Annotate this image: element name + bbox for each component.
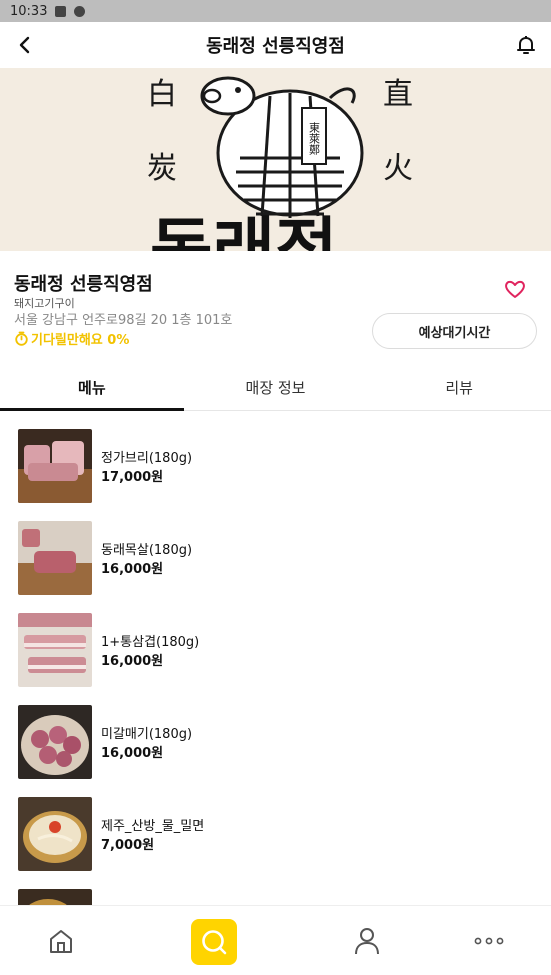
bell-icon <box>517 36 535 54</box>
nav-profile[interactable] <box>327 906 407 975</box>
user-icon <box>355 928 379 955</box>
heart-icon <box>505 280 525 298</box>
nav-search[interactable] <box>191 919 237 965</box>
store-hero-image: 白 炭 直 火 東萊鄭 동래정 <box>0 68 551 251</box>
page-title: 동래정 선릉직영점 <box>206 36 345 57</box>
menu-item-name: 제주_산방_물_밀면 <box>101 819 205 834</box>
menu-item-price: 17,000원 <box>101 470 164 485</box>
menu-item-price: 16,000원 <box>101 746 164 761</box>
status-bar: 10:33 <box>0 0 551 22</box>
menu-item-image <box>18 705 92 779</box>
menu-item[interactable]: 제주_산방_물_밀면 7,000원 <box>0 779 551 871</box>
hero-char-3: 直 <box>383 77 413 112</box>
menu-item-image <box>18 613 92 687</box>
notification-icon <box>55 5 67 17</box>
app-bar: 동래정 선릉직영점 <box>0 22 551 68</box>
menu-item-name: 정가브리(180g) <box>101 451 193 466</box>
status-time: 10:33 <box>10 3 48 19</box>
menu-item-name: 1+통삼겹(180g) <box>101 635 200 650</box>
menu-item[interactable]: 미갈매기(180g) 16,000원 <box>0 687 551 779</box>
nav-more[interactable] <box>449 906 529 975</box>
tab-bar: 메뉴 매장 정보 리뷰 <box>0 369 551 411</box>
menu-item-name: 동래목살(180g) <box>101 543 193 558</box>
menu-item-name: 미갈매기(180g) <box>101 727 193 742</box>
menu-item[interactable]: 동래목살(180g) 16,000원 <box>0 503 551 595</box>
notification-button[interactable] <box>511 30 541 60</box>
menu-item-image <box>18 889 92 905</box>
tab-store-info[interactable]: 매장 정보 <box>184 369 368 410</box>
tab-reviews[interactable]: 리뷰 <box>367 369 551 410</box>
wait-status: 기다릴만해요 0% <box>14 329 129 348</box>
home-icon <box>50 930 72 953</box>
shield-icon <box>74 5 86 17</box>
store-address: 서울 강남구 언주로98길 20 1층 101호 <box>14 313 233 328</box>
hero-char-4: 火 <box>383 151 413 186</box>
menu-item-image <box>18 521 92 595</box>
more-icon <box>474 937 504 945</box>
menu-list: 정가브리(180g) 17,000원 동래목살(180g) 16,000원 1+… <box>0 411 551 905</box>
menu-item-price: 7,000원 <box>101 838 155 853</box>
menu-item[interactable] <box>0 871 551 905</box>
expected-wait-button[interactable]: 예상대기시간 <box>372 313 537 349</box>
favorite-button[interactable] <box>503 277 527 301</box>
store-info-section: 동래정 선릉직영점 돼지고기구이 서울 강남구 언주로98길 20 1층 101… <box>0 251 551 369</box>
menu-item-price: 16,000원 <box>101 654 164 669</box>
back-arrow-icon <box>19 36 30 54</box>
menu-item-image <box>18 797 92 871</box>
search-icon <box>202 930 227 955</box>
hero-seal-text: 東萊鄭 <box>308 122 321 156</box>
hero-char-1: 白 <box>147 77 177 112</box>
hero-banner-text: 동래정 <box>150 211 338 251</box>
menu-item-price: 16,000원 <box>101 562 164 577</box>
menu-item[interactable]: 1+통삼겹(180g) 16,000원 <box>0 595 551 687</box>
bottom-navigation <box>0 905 551 975</box>
back-button[interactable] <box>10 30 40 60</box>
tab-menu[interactable]: 메뉴 <box>0 369 184 411</box>
menu-item-image <box>18 429 92 503</box>
nav-home[interactable] <box>21 906 101 975</box>
hero-char-2: 炭 <box>147 151 177 186</box>
wait-status-text: 기다릴만해요 0% <box>31 333 130 348</box>
timer-icon <box>15 331 28 346</box>
store-name: 동래정 선릉직영점 <box>14 274 153 295</box>
menu-item[interactable]: 정가브리(180g) 17,000원 <box>0 411 551 503</box>
